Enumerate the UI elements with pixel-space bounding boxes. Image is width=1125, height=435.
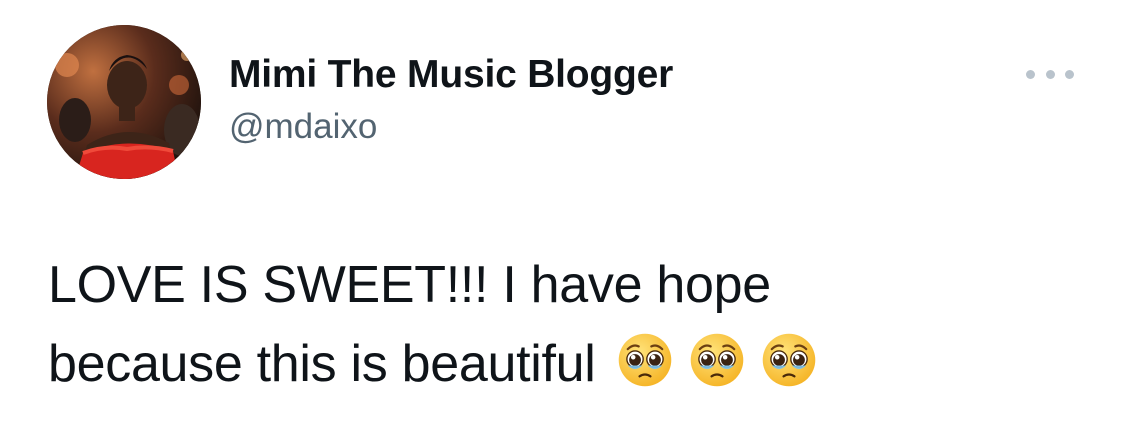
author-avatar[interactable] [47,25,201,179]
ellipsis-icon [1026,69,1035,79]
pleading-face-emoji-icon [762,333,815,387]
author-display-name[interactable]: Mimi The Music Blogger [229,52,673,98]
tweet-text-line: because this is beautiful [48,335,596,393]
author-handle[interactable]: @mdaixo [229,106,673,148]
ellipsis-icon [1045,69,1055,79]
tweet-text-line-2: because this is beautiful [48,325,1088,404]
tweet-card: Mimi The Music Blogger @mdaixo LOVE IS S… [0,0,1125,435]
pleading-face-emoji-icon [618,333,671,387]
more-options-button[interactable] [1026,62,1074,86]
tweet-text: LOVE IS SWEET!!! I have hope because thi… [48,246,1088,404]
pleading-face-emoji-icon [690,333,743,387]
tweet-text-line: LOVE IS SWEET!!! I have hope [48,256,771,314]
ellipsis-icon [1065,69,1074,79]
author-info[interactable]: Mimi The Music Blogger @mdaixo [229,52,673,148]
avatar-photo-icon [47,25,201,179]
